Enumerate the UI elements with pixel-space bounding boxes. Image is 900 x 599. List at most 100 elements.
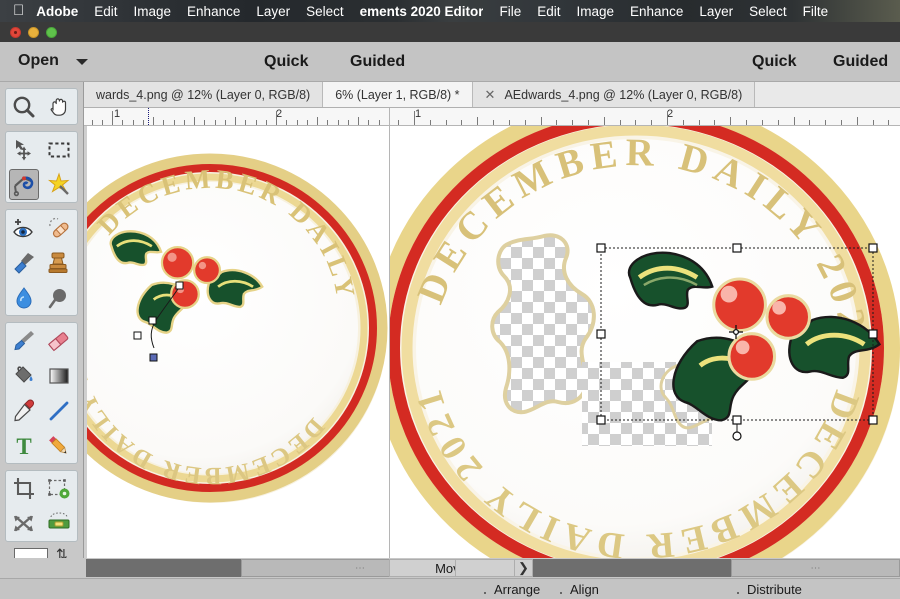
- document-tab-2[interactable]: 6% (Layer 1, RGB/8) *: [323, 82, 473, 107]
- tool-group-modify: [5, 470, 78, 542]
- tool-group-select: [5, 131, 78, 203]
- align-button[interactable]: Align: [570, 582, 599, 597]
- handle-bottom-right: [868, 415, 878, 425]
- sponge-tool-button[interactable]: [42, 280, 78, 315]
- red-eye-removal-tool-button[interactable]: [6, 210, 42, 245]
- menu-item-enhance[interactable]: Enhance: [630, 4, 683, 19]
- handle-top-center: [732, 243, 742, 253]
- tab-quick-back[interactable]: Quick: [264, 53, 308, 71]
- recompose-gear-icon: [48, 478, 70, 498]
- sponge-icon: [48, 288, 67, 308]
- content-aware-move-tool-button[interactable]: [6, 506, 42, 541]
- scrollbar-thumb[interactable]: ⋯: [731, 559, 900, 577]
- level-icon: [48, 512, 70, 528]
- type-tool-button[interactable]: T: [6, 428, 42, 463]
- handle-bottom-center: [732, 415, 742, 425]
- magic-wand-icon: [48, 171, 70, 195]
- close-button[interactable]: [10, 27, 21, 38]
- zoom-tool-button[interactable]: [6, 89, 42, 124]
- paint-bucket-tool-button[interactable]: [6, 358, 42, 393]
- distribute-button[interactable]: Distribute: [747, 582, 802, 597]
- app-toolbar: Open Quick Guided Quick Guided: [0, 42, 900, 82]
- smart-brush-tool-button[interactable]: [6, 245, 42, 280]
- arrange-button[interactable]: Arrange: [494, 582, 540, 597]
- crop-icon: [13, 477, 34, 499]
- ruler-horizontal-right[interactable]: 1 2: [389, 108, 900, 126]
- color-picker-tool-button[interactable]: [6, 393, 42, 428]
- menu-item-image-back[interactable]: Image: [134, 4, 172, 19]
- stamp-icon: [48, 252, 68, 273]
- gradient-icon: [49, 367, 69, 384]
- menu-item-layer-back[interactable]: Layer: [256, 4, 290, 19]
- rotate-handle: [732, 431, 742, 441]
- chevron-down-icon[interactable]: [76, 59, 88, 65]
- open-button[interactable]: Open: [18, 52, 59, 70]
- tools-panel: T ⇅: [0, 82, 84, 599]
- menu-item-file[interactable]: File: [499, 4, 521, 19]
- eraser-icon: [48, 331, 69, 351]
- apple-logo-icon[interactable]: : [13, 3, 24, 18]
- menu-item-app-name[interactable]: ements 2020 Editor: [360, 4, 484, 19]
- chevron-right-icon[interactable]: ❯: [514, 560, 532, 576]
- paint-bucket-icon: [15, 365, 33, 383]
- tab-quick[interactable]: Quick: [752, 53, 796, 71]
- ruler-horizontal-left[interactable]: 1 2: [84, 108, 389, 126]
- lasso-tool-button[interactable]: [6, 167, 42, 202]
- menu-item-edit[interactable]: Edit: [537, 4, 560, 19]
- hand-icon: [50, 97, 67, 116]
- crossed-arrows-icon: [13, 515, 33, 531]
- menu-item-select[interactable]: Select: [749, 4, 787, 19]
- minimize-button[interactable]: [28, 27, 39, 38]
- hand-tool-button[interactable]: [42, 89, 78, 124]
- gradient-tool-button[interactable]: [42, 358, 78, 393]
- ruler-label: 1: [415, 108, 422, 120]
- canvas-right[interactable]: DECEMBER DAILY 2021 DECEMBER DAILY 2021: [389, 126, 900, 558]
- tool-status-bar-right[interactable]: ❯: [455, 559, 533, 577]
- move-tool-button[interactable]: [6, 132, 42, 167]
- menu-item-adobe-back[interactable]: Adobe: [36, 4, 78, 19]
- document-tab-1[interactable]: wards_4.png @ 12% (Layer 0, RGB/8): [84, 82, 324, 107]
- canvas-left[interactable]: DECEMBER DAILY 2021 DECEMBER DAILY 2021: [84, 126, 389, 558]
- bandage-icon: [49, 217, 69, 237]
- document-tab-3[interactable]: ✕ AEdwards_4.png @ 12% (Layer 0, RGB/8): [472, 82, 756, 107]
- menu-item-layer[interactable]: Layer: [699, 4, 733, 19]
- menu-item-image[interactable]: Image: [577, 4, 615, 19]
- magnifier-icon: [13, 96, 35, 117]
- tab-bar-filler: [755, 82, 900, 107]
- handle-top-right: [868, 243, 878, 253]
- svg-text:T: T: [16, 434, 31, 459]
- clone-stamp-tool-button[interactable]: [42, 245, 78, 280]
- canvas-left-edge: [84, 126, 87, 558]
- app-window:  Adobe Edit Image Enhance Layer Select …: [0, 0, 900, 599]
- recompose-tool-button[interactable]: [42, 471, 78, 506]
- close-icon[interactable]: ✕: [485, 87, 496, 103]
- spot-healing-brush-tool-button[interactable]: [42, 210, 78, 245]
- tab-guided[interactable]: Guided: [833, 53, 888, 71]
- brush-tool-button[interactable]: [6, 323, 42, 358]
- straighten-tool-button[interactable]: [42, 506, 78, 541]
- handle-middle-left: [596, 329, 606, 339]
- menu-item-filter[interactable]: Filte: [803, 4, 829, 19]
- tab-guided-back[interactable]: Guided: [350, 53, 405, 71]
- diagonal-line-icon: [49, 401, 69, 420]
- dashed-rectangle-icon: [48, 142, 70, 157]
- zoom-button[interactable]: [46, 27, 57, 38]
- menu-item-enhance-back[interactable]: Enhance: [187, 4, 240, 19]
- magnetic-lasso-icon: [13, 175, 34, 196]
- grip-dots-icon: ⋯: [810, 562, 821, 574]
- menu-item-select-back[interactable]: Select: [306, 4, 344, 19]
- eyedropper-icon: [14, 399, 34, 421]
- status-scroll-row: ⋯ Move ❯ ⋯ ❯: [0, 558, 900, 578]
- rectangular-marquee-tool-button[interactable]: [42, 132, 78, 167]
- crop-tool-button[interactable]: [6, 471, 42, 506]
- blur-tool-button[interactable]: [6, 280, 42, 315]
- pencil-line-tool-button[interactable]: [42, 393, 78, 428]
- text-t-icon: T: [16, 434, 31, 459]
- pencil-tool-button[interactable]: [42, 428, 78, 463]
- quick-selection-tool-button[interactable]: [42, 167, 78, 202]
- macos-menu-bar:  Adobe Edit Image Enhance Layer Select …: [0, 0, 900, 22]
- horizontal-scrollbar-right[interactable]: ⋯: [531, 559, 900, 577]
- menu-item-edit-back[interactable]: Edit: [94, 4, 117, 19]
- eraser-tool-button[interactable]: [42, 323, 78, 358]
- handle-bottom-left: [596, 415, 606, 425]
